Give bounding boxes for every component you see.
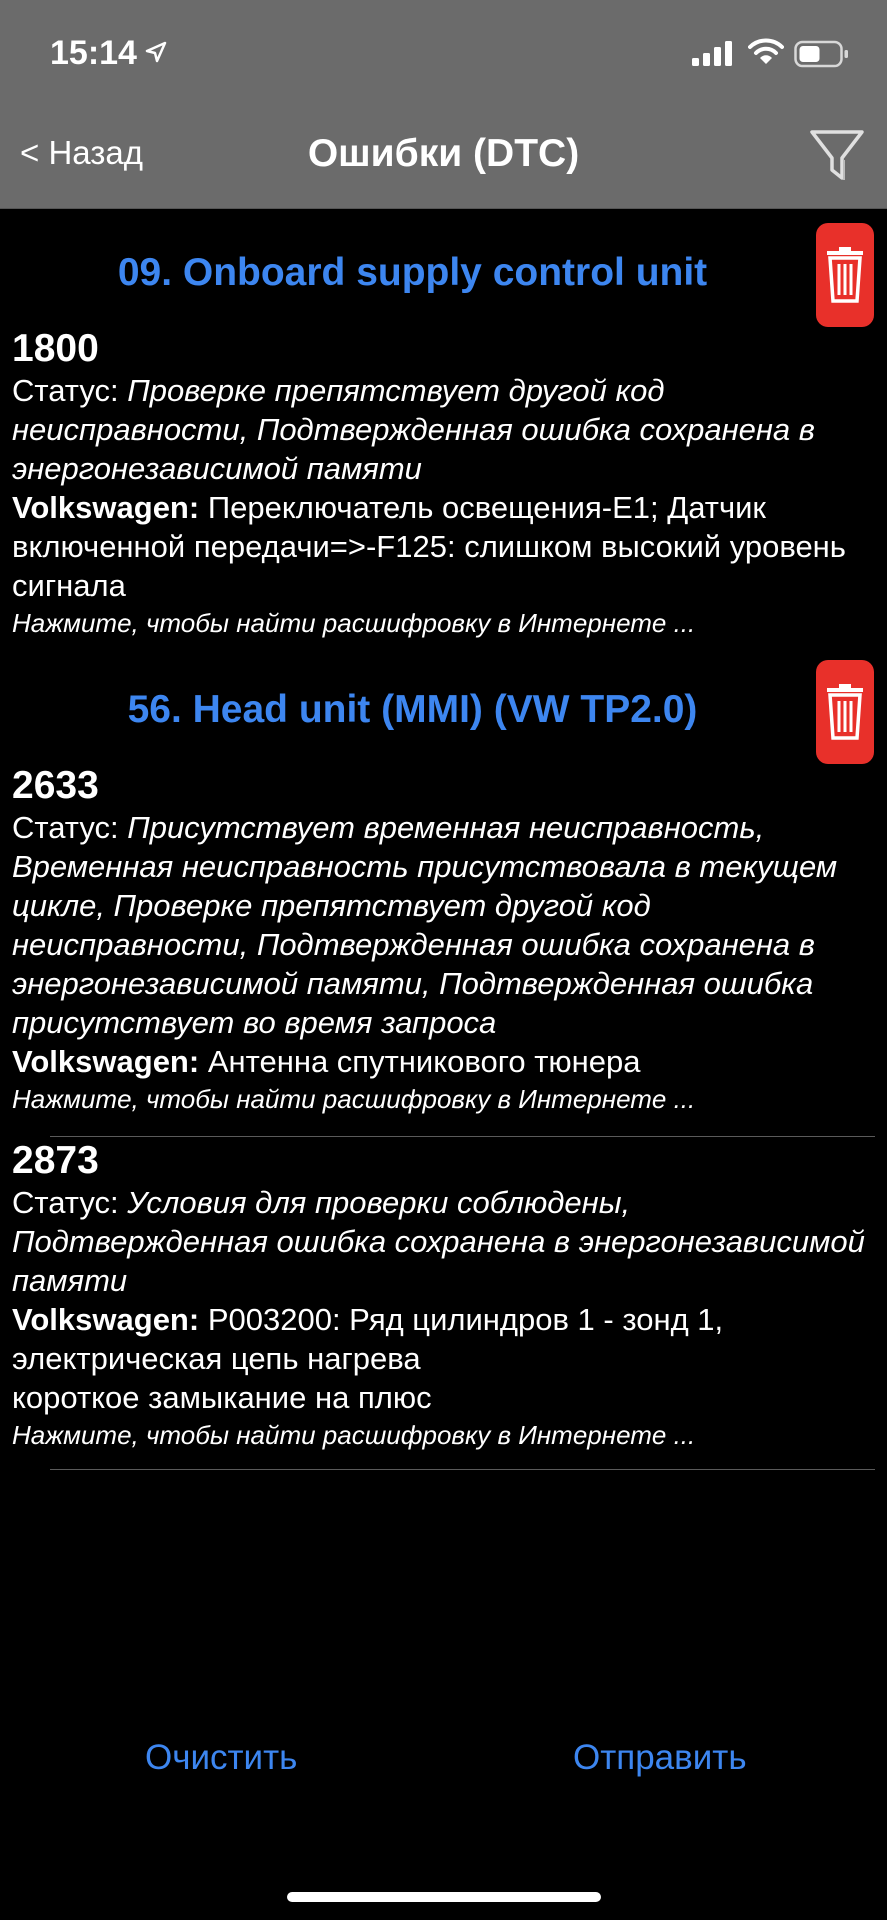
trash-icon	[827, 684, 863, 740]
divider	[50, 1469, 875, 1470]
divider	[50, 1136, 875, 1137]
dtc-status: Статус: Условия для проверки соблюдены, …	[12, 1183, 874, 1300]
home-indicator[interactable]	[287, 1892, 601, 1902]
dtc-code: 1800	[12, 327, 99, 370]
send-button[interactable]: Отправить	[573, 1738, 747, 1778]
signal-icon	[692, 40, 736, 71]
description-extra: короткое замыкание на плюс	[12, 1380, 432, 1415]
module-title: 09. Onboard supply control unit	[117, 251, 708, 294]
make-label: Volkswagen:	[12, 490, 200, 525]
dtc-description: Volkswagen: Антенна спутникового тюнера	[12, 1042, 874, 1081]
status-bar: 15:14	[0, 0, 887, 110]
dtc-status: Статус: Присутствует временная неисправн…	[12, 808, 874, 1042]
trash-icon	[827, 247, 863, 303]
list-item[interactable]: 1800 Статус: Проверке препятствует друго…	[12, 327, 874, 641]
search-online-link[interactable]: Нажмите, чтобы найти расшифровку в Интер…	[12, 1081, 874, 1117]
list-item[interactable]: 2633 Статус: Присутствует временная неис…	[12, 764, 874, 1117]
clear-button[interactable]: Очистить	[145, 1738, 297, 1778]
location-arrow-icon	[145, 41, 167, 68]
battery-icon	[794, 40, 850, 73]
status-text: Присутствует временная неисправность, Вр…	[12, 810, 838, 1040]
make-label: Volkswagen:	[12, 1302, 200, 1337]
filter-button[interactable]	[808, 124, 866, 191]
status-text: Проверке препятствует другой код неиспра…	[12, 373, 815, 486]
status-label: Статус:	[12, 1185, 119, 1220]
status-time: 15:14	[50, 34, 137, 72]
status-label: Статус:	[12, 810, 119, 845]
list-item[interactable]: 2873 Статус: Условия для проверки соблюд…	[12, 1139, 874, 1453]
search-online-link[interactable]: Нажмите, чтобы найти расшифровку в Интер…	[12, 1417, 874, 1453]
filter-icon	[810, 130, 864, 180]
nav-bar: < Назад Ошибки (DTC)	[0, 110, 887, 209]
page-title: Ошибки (DTC)	[307, 132, 580, 175]
status-label: Статус:	[12, 373, 119, 408]
make-label: Volkswagen:	[12, 1044, 200, 1079]
dtc-description: Volkswagen: P003200: Ряд цилиндров 1 - з…	[12, 1300, 874, 1378]
wifi-icon	[748, 38, 784, 71]
search-online-link[interactable]: Нажмите, чтобы найти расшифровку в Интер…	[12, 605, 874, 641]
dtc-description: Volkswagen: Переключатель освещения-E1; …	[12, 488, 874, 605]
delete-module-button[interactable]	[816, 223, 874, 327]
module-title: 56. Head unit (MMI) (VW TP2.0)	[127, 688, 698, 731]
description-text: Антенна спутникового тюнера	[207, 1044, 641, 1079]
status-text: Условия для проверки соблюдены, Подтверж…	[12, 1185, 865, 1298]
dtc-status: Статус: Проверке препятствует другой код…	[12, 371, 874, 488]
dtc-code: 2873	[12, 1139, 99, 1182]
delete-module-button[interactable]	[816, 660, 874, 764]
dtc-code: 2633	[12, 764, 99, 807]
